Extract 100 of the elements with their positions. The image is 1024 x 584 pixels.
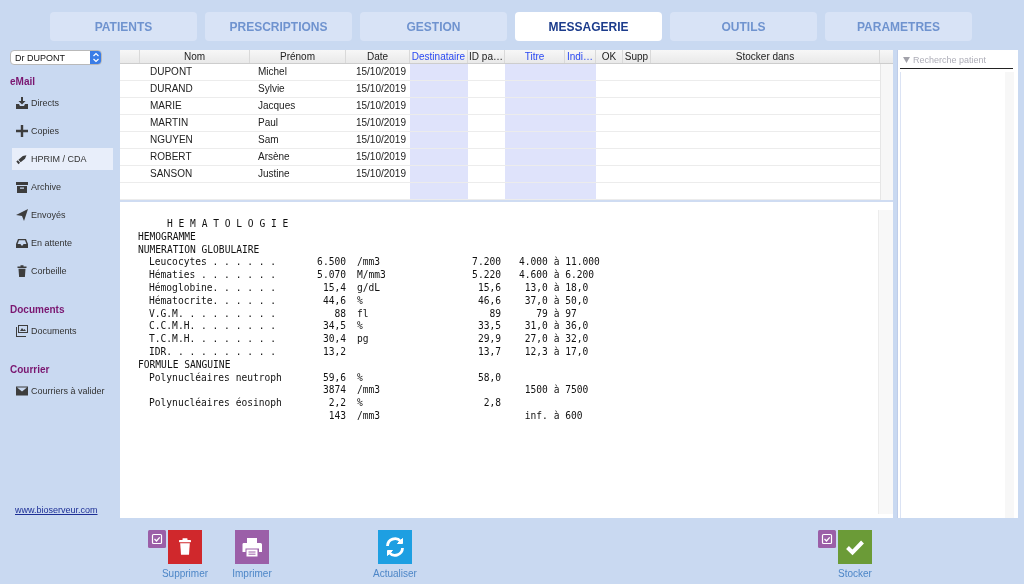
table-row[interactable]: SANSON Justine 15/10/2019 (120, 166, 880, 183)
result-value: 15,4 (322, 282, 346, 295)
sidebar-item[interactable]: Documents (12, 320, 113, 342)
result-value: 5.070 (317, 269, 346, 282)
result-value: 89 (489, 307, 501, 321)
result-value: 58,0 (477, 371, 501, 385)
result-unit: % (357, 397, 363, 410)
website-link[interactable]: www.bioserveur.com (15, 505, 98, 515)
result-unit: % (357, 320, 363, 334)
column-header[interactable]: OK (596, 50, 623, 63)
report-heading: NUMERATION GLOBULAIRE (138, 243, 260, 257)
trash-icon (16, 265, 28, 277)
sidebar-item[interactable]: Copies (12, 120, 113, 142)
sidebar-item[interactable]: Courriers à valider (12, 380, 113, 402)
table-cell (410, 166, 468, 182)
sidebar-item[interactable]: Directs (12, 92, 113, 114)
printer-icon (235, 530, 269, 564)
doctor-select[interactable]: Dr DUPONT (10, 50, 102, 65)
table-cell (565, 64, 596, 80)
table-row[interactable]: DURAND Sylvie 15/10/2019 (120, 81, 880, 98)
download-tray-icon (16, 97, 28, 109)
table-row[interactable]: DUPONT Michel 15/10/2019 (120, 64, 880, 81)
column-header[interactable]: Stocker dans (651, 50, 880, 63)
result-value: 7.200 (472, 256, 501, 270)
column-header[interactable]: Prénom (250, 50, 346, 63)
sidebar-item[interactable]: HPRIM / CDA (12, 148, 113, 170)
table-cell (565, 98, 596, 114)
result-value: 15,6 (477, 282, 501, 295)
table-cell (565, 149, 596, 165)
table-cell-text: MARIE (149, 99, 183, 113)
table-cell-text: ROBERT (149, 150, 193, 164)
test-name: Leucocytes . . . . . . (149, 256, 278, 269)
table-row[interactable]: MARIE Jacques 15/10/2019 (120, 98, 880, 115)
result-unit: pg (357, 333, 369, 346)
reference-range: 79 à 97 (535, 307, 577, 320)
test-name: Polynucléaires éosinoph (149, 397, 282, 410)
test-name: IDR. . . . . . . . . . (149, 345, 278, 359)
scrollbar-track[interactable] (1005, 72, 1014, 518)
scrollbar-track[interactable] (878, 210, 893, 514)
reference-range: 31,0 à 36,0 (523, 320, 589, 333)
column-header[interactable]: Supp (623, 50, 651, 63)
column-header[interactable]: Nom (140, 50, 250, 63)
test-name: Hémoglobine. . . . . . (149, 282, 278, 295)
table-cell-text: 15/10/2019 (354, 133, 407, 147)
table-cell (505, 149, 565, 165)
paper-plane-icon (16, 209, 28, 221)
table-cell-text: 15/10/2019 (354, 116, 407, 130)
test-name: Hématies . . . . . . . (149, 269, 278, 282)
table-cell (410, 81, 468, 97)
result-unit: g/dL (357, 282, 381, 295)
table-row[interactable]: NGUYEN Sam 15/10/2019 (120, 132, 880, 149)
table-cell (505, 81, 565, 97)
table-row[interactable]: ROBERT Arsène 15/10/2019 (120, 149, 880, 166)
result-value: 6.500 (317, 256, 346, 270)
tab[interactable]: MESSAGERIE (515, 12, 662, 41)
result-value: 88 (334, 307, 346, 321)
report-heading: HEMOGRAMME (138, 230, 196, 244)
trash-icon (168, 530, 202, 564)
checkbox[interactable] (818, 530, 836, 548)
sidebar-item[interactable]: Envoyés (12, 204, 113, 226)
result-value: 46,6 (477, 294, 501, 308)
column-header[interactable]: Indi… (565, 50, 596, 63)
result-unit: /mm3 (357, 409, 381, 423)
result-unit: M/mm3 (357, 269, 386, 282)
result-value: 13,7 (477, 345, 501, 359)
table-cell (410, 183, 468, 199)
sidebar-item[interactable]: Archive (12, 176, 113, 198)
table-cell (410, 115, 468, 131)
column-header[interactable]: Date (346, 50, 410, 63)
table-cell-text: Michel (257, 65, 288, 79)
section-heading: Courrier (9, 364, 51, 376)
table-cell (505, 132, 565, 148)
table-cell (565, 183, 596, 199)
table-cell (565, 115, 596, 131)
table-cell-text: MARTIN (149, 116, 190, 130)
sidebar-item[interactable]: En attente (12, 232, 113, 254)
result-value: 29,9 (477, 333, 501, 346)
result-value: 3874 (322, 384, 346, 398)
table-cell (565, 132, 596, 148)
table-cell-text: Paul (257, 116, 279, 130)
sidebar-item[interactable]: Corbeille (12, 260, 113, 282)
result-value: 143 (328, 409, 346, 423)
column-header[interactable]: Titre (505, 50, 565, 63)
scrollbar-track[interactable] (880, 64, 893, 200)
table-cell-text: DURAND (149, 82, 194, 96)
table-row[interactable]: MARTIN Paul 15/10/2019 (120, 115, 880, 132)
table-cell (505, 115, 565, 131)
checkbox[interactable] (148, 530, 166, 548)
table-cell-text: 15/10/2019 (354, 99, 407, 113)
test-name: Hématocrite. . . . . . (149, 294, 278, 308)
inbox-tray-icon (16, 237, 28, 249)
table-cell (505, 183, 565, 199)
result-unit: % (357, 371, 363, 385)
table-cell-text: Justine (257, 167, 291, 181)
search-field[interactable]: Recherche patient (900, 52, 1013, 69)
column-header[interactable]: ID pa… (468, 50, 505, 63)
checkmark-icon (838, 530, 872, 564)
plus-icon (16, 125, 28, 137)
column-header[interactable]: Destinataire (410, 50, 468, 63)
table-cell-text: Arsène (257, 150, 291, 164)
